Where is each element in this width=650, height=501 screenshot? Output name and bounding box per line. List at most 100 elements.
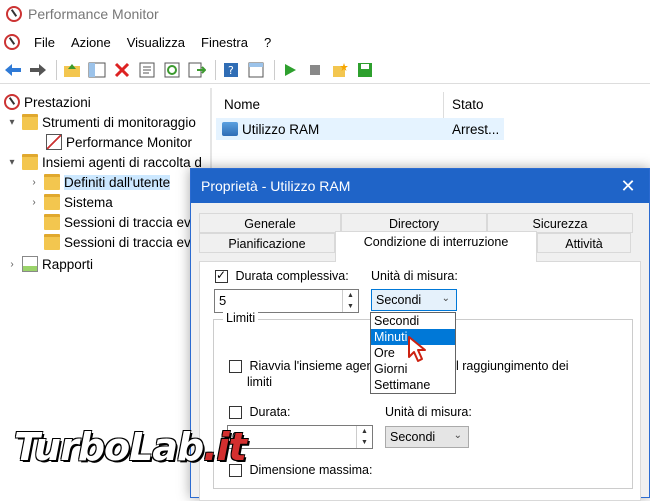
help-icon[interactable]: ? xyxy=(220,59,242,81)
watermark-text: TurboLab xyxy=(14,425,204,469)
forward-arrow-icon[interactable] xyxy=(27,59,49,81)
folder-icon xyxy=(22,154,38,170)
menu-bar: File Azione Visualizza Finestra ? xyxy=(0,30,650,54)
limit-duration-label: Durata: xyxy=(249,405,291,419)
units-option-settimane[interactable]: Settimane xyxy=(371,377,455,393)
menu-help[interactable]: ? xyxy=(256,35,279,50)
window-title: Performance Monitor xyxy=(28,6,159,22)
tree-item-performance-monitor[interactable]: Performance Monitor xyxy=(46,132,192,152)
collector-state: Arrest... xyxy=(452,121,500,137)
collector-name: Utilizzo RAM xyxy=(242,121,320,137)
stepper-up-icon[interactable]: ▲ xyxy=(343,290,358,301)
close-icon[interactable]: ✕ xyxy=(617,175,639,197)
refresh-icon[interactable] xyxy=(161,59,183,81)
tab-attivita[interactable]: Attività xyxy=(537,233,631,253)
limit-units-label: Unità di misura: xyxy=(385,405,472,419)
restart-option[interactable]: Riavvia l'insieme agenti xyxy=(229,359,380,374)
column-header-stato[interactable]: Stato xyxy=(444,92,504,118)
tree-item-rapporti[interactable]: › Rapporti xyxy=(6,254,93,274)
tab-condizione-interruzione[interactable]: Condizione di interruzione xyxy=(335,231,537,262)
units-selected-value: Secondi xyxy=(376,293,422,307)
max-size-option[interactable]: Dimensione massima: xyxy=(229,463,373,478)
overall-duration-checkbox[interactable] xyxy=(215,268,228,284)
dialog-title: Proprietà - Utilizzo RAM xyxy=(201,178,351,194)
limits-group-title: Limiti xyxy=(223,311,259,325)
limit-duration-stepper[interactable]: 0 ▲ ▼ xyxy=(227,425,373,449)
new-icon[interactable] xyxy=(329,59,351,81)
folder-up-icon[interactable] xyxy=(61,59,83,81)
folder-icon xyxy=(22,114,38,130)
tree-item-strumenti[interactable]: ▾ Strumenti di monitoraggio xyxy=(6,112,196,132)
view-icon[interactable] xyxy=(245,59,267,81)
overall-duration-stepper[interactable]: 5 ▲ ▼ xyxy=(214,289,359,313)
show-hide-tree-icon[interactable] xyxy=(86,59,108,81)
toolbar-separator xyxy=(56,59,57,80)
menu-azione[interactable]: Azione xyxy=(63,35,119,50)
tree-item-sistema[interactable]: › Sistema xyxy=(28,192,113,212)
tree-item-insiemi[interactable]: ▾ Insiemi agenti di raccolta d xyxy=(6,152,202,172)
units-option-secondi[interactable]: Secondi xyxy=(371,313,455,329)
collapse-chevron-icon[interactable]: ▾ xyxy=(6,157,18,168)
list-cell-name: Utilizzo RAM xyxy=(216,122,444,137)
chevron-down-icon: ⌄ xyxy=(441,293,450,304)
list-item[interactable]: Utilizzo RAM Arrest... xyxy=(216,118,504,140)
stepper-down-icon[interactable]: ▼ xyxy=(343,301,358,312)
back-arrow-icon[interactable] xyxy=(2,59,24,81)
stop-icon[interactable] xyxy=(304,59,326,81)
expand-chevron-icon[interactable]: › xyxy=(6,259,18,270)
restart-checkbox[interactable] xyxy=(229,360,242,374)
properties-icon[interactable] xyxy=(136,59,158,81)
system-menu-icon[interactable] xyxy=(4,34,20,50)
mouse-cursor-icon xyxy=(407,335,429,366)
toolbar-separator xyxy=(274,59,275,80)
stepper-down-icon[interactable]: ▼ xyxy=(357,437,372,448)
limit-units-value: Secondi xyxy=(390,430,436,444)
delete-icon[interactable] xyxy=(111,59,133,81)
export-icon[interactable] xyxy=(186,59,208,81)
limit-duration-value: 0 xyxy=(232,429,240,444)
limit-duration-checkbox[interactable] xyxy=(229,406,242,420)
stepper-up-icon[interactable]: ▲ xyxy=(357,426,372,437)
tab-directory[interactable]: Directory xyxy=(341,213,487,233)
overall-duration-option[interactable]: Durata complessiva: xyxy=(215,268,349,284)
menu-visualizza[interactable]: Visualizza xyxy=(119,35,193,50)
max-size-label: Dimensione massima: xyxy=(249,463,373,477)
limit-duration-option[interactable]: Durata: xyxy=(229,405,291,420)
restart-label-c: limiti xyxy=(247,375,272,389)
collapse-chevron-icon[interactable]: ▾ xyxy=(6,117,18,128)
expand-chevron-icon[interactable]: › xyxy=(28,197,40,208)
restart-label-a: Riavvia l'insieme agenti xyxy=(249,359,380,373)
limit-units-select[interactable]: Secondi ⌄ xyxy=(385,426,469,448)
tab-generale[interactable]: Generale xyxy=(199,213,341,233)
save-icon[interactable] xyxy=(354,59,376,81)
units-select[interactable]: Secondi ⌄ xyxy=(371,289,457,311)
stepper-arrows[interactable]: ▲ ▼ xyxy=(342,290,358,312)
graph-icon xyxy=(46,134,62,150)
tab-pianificazione[interactable]: Pianificazione xyxy=(199,233,335,253)
turbolab-watermark: TurboLab.it xyxy=(14,425,247,469)
dialog-title-bar: Proprietà - Utilizzo RAM ✕ xyxy=(191,169,649,203)
column-header-nome[interactable]: Nome xyxy=(216,92,444,118)
stepper-arrows[interactable]: ▲ ▼ xyxy=(356,426,372,448)
overall-duration-label: Durata complessiva: xyxy=(235,269,349,283)
menu-finestra[interactable]: Finestra xyxy=(193,35,256,50)
toolbar: ? xyxy=(0,56,650,84)
tree-item-sessioni-1[interactable]: Sessioni di traccia ev xyxy=(44,212,191,232)
units-label: Unità di misura: xyxy=(371,269,458,283)
list-header: Nome Stato xyxy=(216,92,506,118)
tree-item-prestazioni[interactable]: Prestazioni xyxy=(4,92,91,112)
collector-list: Nome Stato Utilizzo RAM Arrest... xyxy=(216,88,650,148)
expand-chevron-icon[interactable]: › xyxy=(28,177,40,188)
restart-label-b: l raggiungimento dei xyxy=(456,359,569,373)
menu-file[interactable]: File xyxy=(26,35,63,50)
tree-item-definiti-utente[interactable]: › Definiti dall'utente xyxy=(28,172,171,192)
toolbar-separator xyxy=(215,59,216,80)
performance-monitor-icon xyxy=(6,6,22,22)
tree-item-sessioni-2[interactable]: Sessioni di traccia ev xyxy=(44,232,191,252)
start-icon[interactable] xyxy=(279,59,301,81)
data-collector-icon xyxy=(222,122,238,136)
watermark-accent: .it xyxy=(203,425,247,469)
folder-icon xyxy=(44,194,60,210)
tab-sicurezza[interactable]: Sicurezza xyxy=(487,213,633,233)
svg-text:?: ? xyxy=(228,64,234,77)
